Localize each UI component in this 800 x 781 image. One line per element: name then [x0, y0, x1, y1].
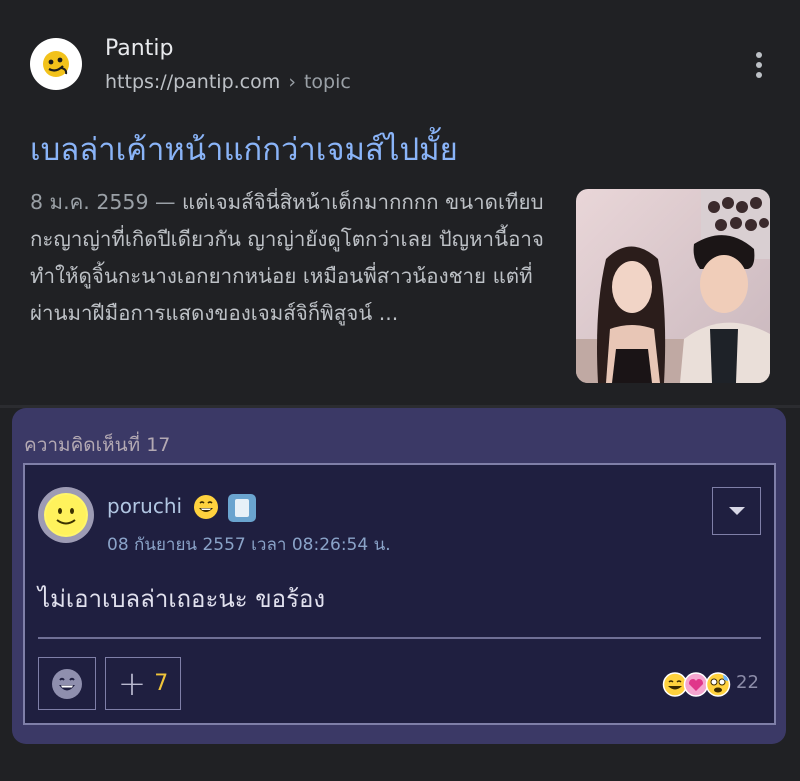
breadcrumb: topic [303, 71, 351, 93]
emotion-icon [52, 668, 82, 699]
bottom-area [0, 744, 800, 781]
grin-emoji-icon [193, 494, 219, 520]
comment-text: ไม่เอาเบลล่าเถอะนะ ขอร้อง [38, 585, 326, 613]
search-result: Pantip https://pantip.com › topic เบลล่า… [0, 0, 800, 405]
avatar[interactable] [38, 487, 94, 543]
result-snippet: 8 ม.ค. 2559 — แต่เจมส์จินี่สิหน้าเด็กมาก… [30, 184, 550, 332]
comment-timestamp: 08 กันยายน 2557 เวลา 08:26:54 น. [107, 535, 391, 555]
chevron-down-icon [728, 507, 745, 515]
breadcrumb-separator: › [288, 71, 296, 93]
site-url-text: https://pantip.com [105, 71, 281, 93]
more-vert-icon[interactable] [746, 52, 772, 84]
pantip-logo-icon[interactable] [30, 38, 82, 90]
username-link[interactable]: poruchi [107, 494, 182, 518]
divider [38, 637, 761, 639]
result-title-link[interactable]: เบลล่าเค้าหน้าแก่กว่าเจมส์ไปมั้ย [30, 124, 458, 174]
snippet-date: 8 ม.ค. 2559 — [30, 190, 176, 214]
comment-menu-button[interactable] [712, 487, 761, 535]
site-name[interactable]: Pantip [105, 36, 173, 61]
comment-number: ความคิดเห็นที่ 17 [24, 434, 171, 456]
plus-icon: + [117, 663, 147, 704]
badge-icon [228, 494, 256, 522]
site-url[interactable]: https://pantip.com › topic [105, 71, 351, 93]
plus-vote-button[interactable]: + 7 [105, 657, 181, 710]
reaction-count: 22 [736, 672, 759, 693]
reaction-icons[interactable] [662, 671, 732, 698]
result-thumbnail[interactable] [576, 189, 770, 383]
plus-count: 7 [154, 671, 169, 696]
smiley-avatar-icon [44, 493, 88, 537]
emotion-button[interactable] [38, 657, 96, 710]
